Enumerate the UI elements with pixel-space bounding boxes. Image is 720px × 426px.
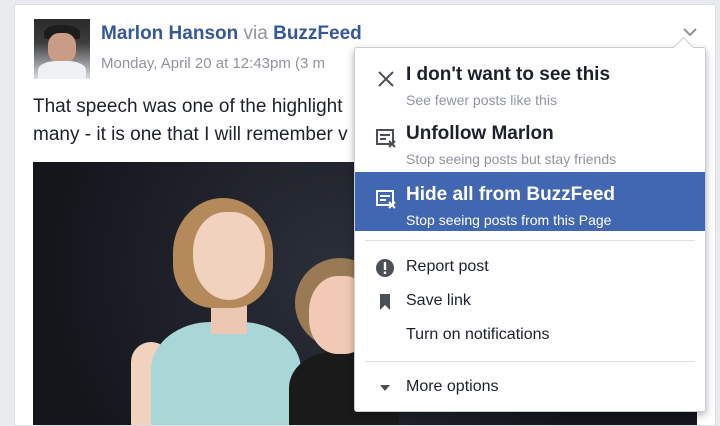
menu-item-title: Hide all from BuzzFeed	[406, 184, 616, 205]
menu-item-label: Turn on notifications	[406, 326, 550, 343]
author-name-link[interactable]: Marlon Hanson	[101, 23, 238, 44]
close-icon	[378, 71, 394, 87]
post-options-menu: I don't want to see this See fewer posts…	[354, 36, 706, 412]
menu-item-hide-post[interactable]: I don't want to see this See fewer posts…	[355, 52, 705, 111]
post-header: Marlon Hanson via BuzzFeed	[101, 23, 362, 45]
post-text-line: That speech was one of the highlight	[33, 96, 343, 117]
menu-item-label: Report post	[406, 258, 489, 275]
menu-divider	[365, 240, 695, 241]
author-avatar[interactable]	[34, 19, 90, 79]
bookmark-icon	[380, 294, 390, 310]
avatar-face	[48, 33, 76, 63]
menu-item-label: Save link	[406, 292, 471, 309]
exclamation-icon	[376, 259, 394, 277]
menu-item-subtitle: Stop seeing posts but stay friends	[406, 151, 617, 167]
menu-item-more-options[interactable]: More options	[355, 372, 705, 404]
avatar-shirt	[38, 61, 86, 79]
page-name-link[interactable]: BuzzFeed	[273, 23, 362, 44]
caret-down-icon	[380, 385, 390, 391]
menu-divider	[365, 361, 695, 362]
menu-item-report-post[interactable]: Report post	[355, 252, 705, 284]
menu-item-unfollow[interactable]: Unfollow Marlon Stop seeing posts but st…	[355, 111, 705, 170]
menu-item-title: I don't want to see this	[406, 64, 611, 85]
post-body: That speech was one of the highlight man…	[33, 93, 363, 149]
hide-page-icon	[376, 190, 396, 209]
post-text-line: many - it is one that I will remember v	[33, 124, 348, 145]
menu-item-subtitle: Stop seeing posts from this Page	[406, 212, 612, 228]
photo-figure	[193, 212, 265, 300]
menu-item-title: Unfollow Marlon	[406, 123, 554, 144]
menu-item-hide-all-from-page[interactable]: Hide all from BuzzFeed Stop seeing posts…	[355, 172, 705, 231]
menu-item-label: More options	[406, 378, 499, 395]
photo-figure	[151, 322, 301, 425]
post-timestamp[interactable]: Monday, April 20 at 12:43pm (3 m	[101, 55, 325, 72]
via-text: via	[243, 23, 268, 44]
menu-item-turn-on-notifications[interactable]: Turn on notifications	[355, 320, 705, 352]
unfollow-icon	[376, 129, 396, 148]
menu-item-save-link[interactable]: Save link	[355, 286, 705, 318]
menu-item-subtitle: See fewer posts like this	[406, 92, 557, 108]
